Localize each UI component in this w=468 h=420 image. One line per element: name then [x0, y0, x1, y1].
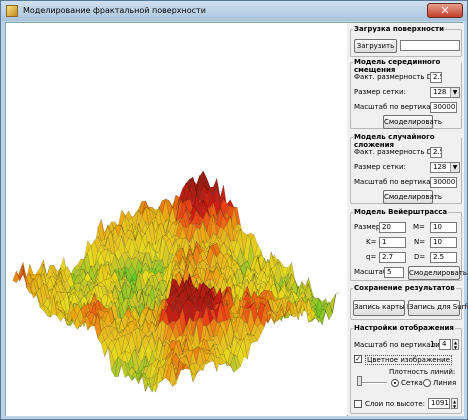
line-radio-label: Линия — [433, 379, 457, 387]
midpoint-scale-input[interactable]: 30000 — [430, 102, 457, 113]
close-button[interactable]: ✕ — [427, 3, 463, 18]
save-surfer-button[interactable]: Запись для Surfer — [408, 300, 468, 316]
weier-scale-label: Масштаб — [354, 268, 388, 276]
grid-radio-label: Сетка — [401, 379, 423, 387]
weier-scale-input[interactable]: 5 — [384, 267, 404, 278]
group-random: Модель случайного сложения Факт. размерн… — [350, 133, 462, 204]
midpoint-dim-label: Факт. размерность D = — [354, 73, 441, 81]
weier-k-input[interactable]: 1 — [379, 237, 406, 248]
group-display: Настройки отображения Масштаб по вертика… — [350, 324, 462, 414]
midpoint-scale-label: Масштаб по вертикали — [354, 103, 440, 111]
display-scale-prefix: 1: — [430, 340, 438, 349]
height-layers-spinner[interactable]: ▲ ▼ — [451, 398, 458, 409]
grid-radio[interactable] — [391, 379, 399, 387]
weier-q-label: q= — [366, 253, 377, 261]
weier-n-input[interactable]: 10 — [430, 237, 457, 248]
midpoint-grid-select[interactable]: 128 ▼ — [430, 87, 460, 98]
load-path-input[interactable] — [400, 40, 460, 51]
display-scale-input[interactable]: 4 — [439, 339, 451, 350]
height-layers-input[interactable]: 1091 — [428, 398, 450, 409]
app-window: Моделирование фрактальной поверхности ✕ … — [0, 0, 468, 420]
app-icon — [6, 5, 18, 17]
display-scale-spinner[interactable]: ▲ ▼ — [452, 339, 459, 350]
group-weierstrass-title: Модель Вейерштрасса — [353, 208, 449, 216]
weier-m-input[interactable]: 10 — [430, 222, 457, 233]
color-label: Цветное изображение — [365, 355, 452, 365]
random-grid-label: Размер сетки: — [354, 163, 406, 171]
random-scale-label: Масштаб по вертикали — [354, 178, 440, 186]
weier-simulate-button[interactable]: Смоделировать — [408, 266, 467, 280]
surface-view[interactable] — [6, 23, 347, 416]
line-radio[interactable] — [423, 379, 431, 387]
group-random-title: Модель случайного сложения — [353, 133, 461, 149]
weier-size-label: Размер — [354, 223, 381, 231]
weier-size-input[interactable]: 20 — [379, 222, 406, 233]
weier-q-input[interactable]: 2.7 — [379, 252, 406, 263]
group-weierstrass: Модель Вейерштрасса Размер 20 M= 10 K= 1… — [350, 208, 467, 281]
density-slider-thumb[interactable] — [357, 376, 362, 386]
random-grid-value: 128 — [433, 163, 447, 171]
random-scale-input[interactable]: 30000 — [430, 177, 457, 188]
midpoint-grid-value: 128 — [433, 88, 447, 96]
random-grid-select[interactable]: 128 ▼ — [430, 162, 460, 173]
group-midpoint-title: Модель серединного смещения — [353, 58, 461, 74]
client-area: Загрузка поверхности Загрузить Модель се… — [5, 22, 468, 416]
group-load-title: Загрузка поверхности — [353, 25, 446, 33]
random-dim-label: Факт. размерность D = — [354, 148, 441, 156]
display-scale-label: Масштаб по вертикали — [354, 341, 440, 349]
random-dim-input[interactable]: 2.5 — [430, 147, 442, 158]
midpoint-simulate-button[interactable]: Смоделировать — [383, 115, 442, 129]
weier-d-input[interactable]: 2.5 — [430, 252, 457, 263]
group-midpoint: Модель серединного смещения Факт. размер… — [350, 58, 462, 129]
height-layers-checkbox[interactable] — [354, 400, 362, 408]
height-layers-label: Слои по высоте: — [365, 400, 426, 408]
chevron-down-icon: ▼ — [450, 163, 459, 172]
midpoint-dim-input[interactable]: 2.5 — [430, 72, 442, 83]
weier-m-label: M= — [413, 223, 425, 231]
window-title: Моделирование фрактальной поверхности — [23, 6, 206, 15]
save-map-button[interactable]: Запись карты MAP — [353, 300, 422, 316]
color-checkbox[interactable]: ✓ — [354, 355, 362, 363]
group-load: Загрузка поверхности Загрузить — [350, 25, 462, 57]
chevron-down-icon: ▼ — [450, 88, 459, 97]
title-bar: Моделирование фрактальной поверхности ✕ — [1, 1, 467, 21]
random-simulate-button[interactable]: Смоделировать — [383, 190, 442, 204]
density-label: Плотность линий: — [389, 368, 456, 376]
fractal-surface-render — [12, 170, 340, 393]
weier-d-label: D= — [414, 253, 426, 261]
weier-n-label: N= — [414, 238, 426, 246]
group-save: Сохранение результатов Запись карты MAP … — [350, 284, 468, 320]
group-display-title: Настройки отображения — [353, 324, 455, 332]
group-save-title: Сохранение результатов — [353, 284, 456, 292]
weier-k-label: K= — [366, 238, 377, 246]
load-button[interactable]: Загрузить — [354, 39, 397, 53]
control-panel: Загрузка поверхности Загрузить Модель се… — [348, 23, 468, 416]
midpoint-grid-label: Размер сетки: — [354, 88, 406, 96]
